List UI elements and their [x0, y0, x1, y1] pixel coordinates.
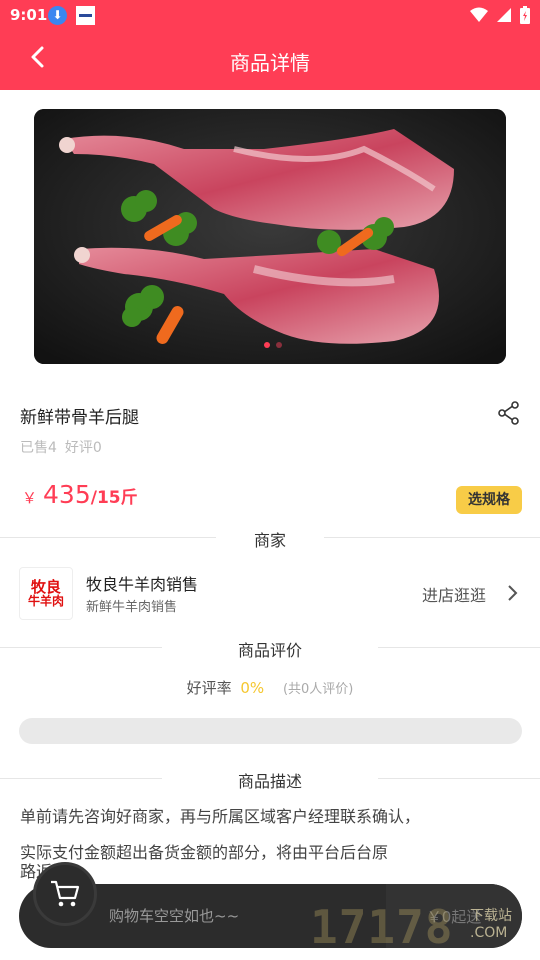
product-price: ￥ 435 /15斤	[22, 480, 138, 509]
watermark-digits: 17178	[310, 900, 454, 954]
description-section-header: 商品描述	[0, 768, 540, 791]
cart-button[interactable]	[33, 862, 97, 926]
status-indicators	[470, 4, 530, 26]
rating-label: 好评率	[186, 679, 232, 697]
merchant-name: 牧良牛羊肉销售	[86, 575, 199, 594]
rating-value: 0%	[240, 679, 265, 697]
watermark-tag-text: 下载站	[470, 908, 512, 924]
carousel-dot[interactable]	[264, 342, 270, 348]
product-image	[34, 109, 506, 364]
description-heading: 商品描述	[237, 772, 302, 791]
visit-store-link[interactable]: 进店逛逛	[422, 582, 486, 606]
review-heading: 商品评价	[237, 641, 302, 660]
download-icon: ⬇	[48, 6, 67, 25]
battery-icon	[520, 6, 530, 24]
header-bar: 商品详情	[0, 30, 540, 90]
product-image-carousel[interactable]	[34, 109, 506, 364]
status-time: 9:01	[10, 6, 48, 24]
logo-text: 牧良	[30, 577, 61, 596]
app-notification-icon	[76, 6, 95, 25]
merchant-logo[interactable]: 牧良 牛羊肉	[19, 567, 73, 620]
sold-count: 已售4	[20, 440, 57, 456]
rating-progress-bar	[19, 718, 522, 744]
review-section-header: 商品评价	[0, 637, 540, 660]
product-stats: 已售4 好评0	[20, 437, 102, 457]
watermark: 17178	[310, 900, 453, 954]
rating-count: (共0人评价)	[282, 682, 354, 697]
page-title: 商品详情	[230, 51, 310, 75]
good-review-count: 好评0	[64, 440, 102, 456]
watermark-domain: .COM	[470, 925, 508, 941]
price-value: 435	[43, 480, 91, 509]
chevron-right-icon[interactable]	[506, 584, 520, 602]
merchant-section-header: 商家	[0, 527, 540, 550]
share-icon[interactable]	[497, 401, 521, 425]
rating-summary: 好评率 0% (共0人评价)	[0, 677, 540, 698]
signal-icon	[497, 8, 511, 22]
product-name: 新鲜带骨羊后腿	[20, 408, 139, 428]
status-bar: 9:01 ⬇	[0, 0, 540, 30]
cart-empty-text: 购物车空空如也~~	[109, 907, 240, 925]
merchant-heading: 商家	[253, 531, 286, 550]
wifi-icon	[470, 7, 488, 22]
description-text: 单前请先咨询好商家，再与所属区域客户经理联系确认，	[20, 807, 421, 826]
carousel-dot[interactable]	[276, 342, 282, 348]
watermark-tag: 下载站 .COM	[470, 905, 512, 941]
merchant-subtitle: 新鲜牛羊肉销售	[86, 600, 178, 615]
cart-icon	[51, 880, 80, 907]
carousel-indicators	[264, 342, 282, 348]
select-spec-button[interactable]: 选规格	[456, 486, 522, 514]
price-unit: /15斤	[90, 488, 138, 508]
description-text: 实际支付金额超出备货金额的部分，将由平台后台原	[20, 843, 389, 862]
currency-symbol: ￥	[22, 489, 38, 507]
logo-text: 牛羊肉	[27, 594, 64, 609]
